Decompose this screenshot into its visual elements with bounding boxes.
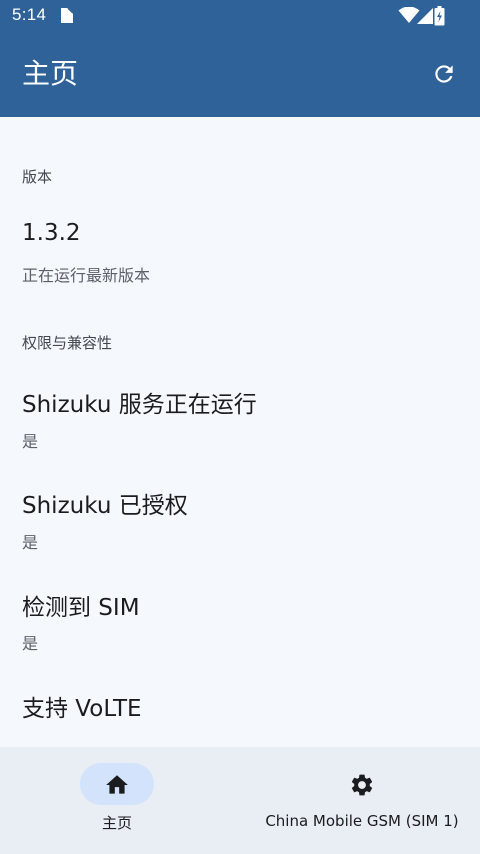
version-number: 1.3.2 [22,220,81,246]
nav-item-home[interactable]: 主页 [0,747,234,854]
top-app-bar: 5:14 主页 [0,0,480,117]
list-item-subtitle: 是 [22,432,39,451]
section-header-version: 版本 [22,168,53,186]
version-status: 正在运行最新版本 [22,266,151,285]
refresh-icon [431,61,457,91]
status-bar: 5:14 [0,0,480,32]
list-item-title: Shizuku 已授权 [22,493,188,519]
list-item-title: 检测到 SIM [22,595,140,621]
nav-label-sim: China Mobile GSM (SIM 1) [265,812,459,830]
home-icon [104,772,130,798]
list-item-subtitle: 是 [22,634,39,653]
bottom-navigation: 主页 China Mobile GSM (SIM 1) [0,747,480,854]
list-item-title: 支持 VoLTE [22,696,142,722]
nav-item-sim[interactable]: China Mobile GSM (SIM 1) [244,747,480,854]
nav-label-home: 主页 [101,814,132,832]
status-time: 5:14 [12,5,47,24]
signal-icon [416,7,434,25]
gear-icon [349,772,375,798]
battery-charging-icon [434,6,445,26]
note-icon [60,7,74,24]
main-content: 版本 1.3.2 正在运行最新版本 权限与兼容性 Shizuku 服务正在运行 … [0,117,480,747]
list-item-subtitle: 是 [22,533,39,552]
section-header-permissions: 权限与兼容性 [22,334,113,352]
list-item-title: Shizuku 服务正在运行 [22,392,257,418]
page-title: 主页 [22,57,79,90]
refresh-button[interactable] [428,60,460,92]
